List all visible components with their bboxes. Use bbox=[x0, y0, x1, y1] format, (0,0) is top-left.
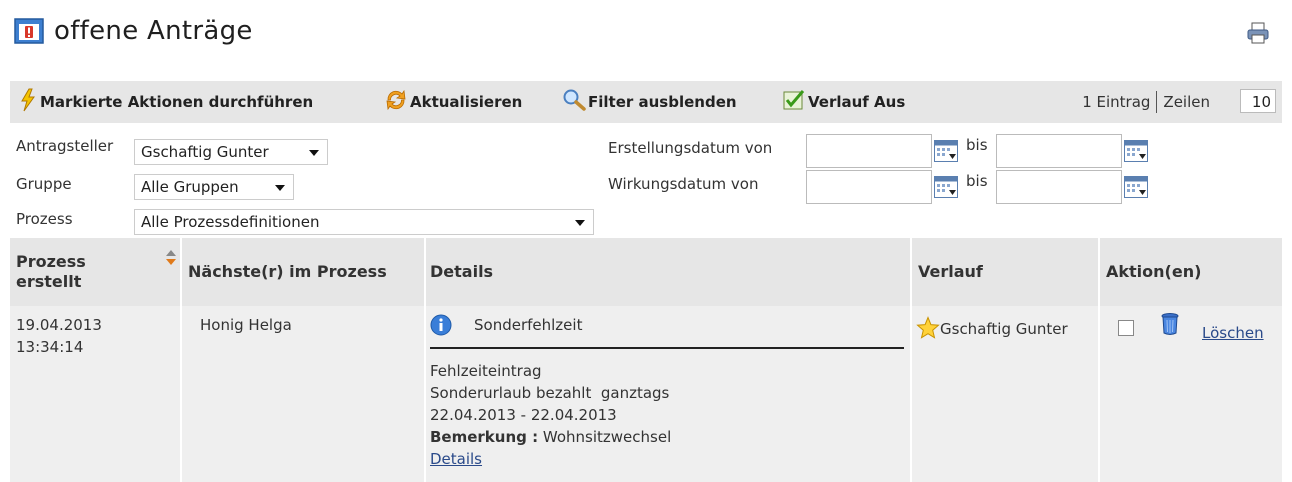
page-title: offene Anträge bbox=[54, 16, 253, 46]
lightning-icon bbox=[18, 88, 40, 116]
remark-value: Wohnsitzwechsel bbox=[542, 428, 672, 446]
history-check-icon bbox=[782, 88, 808, 116]
group-select[interactable]: Alle Gruppen bbox=[134, 174, 294, 200]
execute-marked-actions-label: Markierte Aktionen durchführen bbox=[40, 93, 314, 111]
chevron-down-icon bbox=[309, 150, 319, 156]
process-label: Prozess bbox=[16, 210, 73, 228]
column-divider bbox=[180, 306, 182, 482]
hide-filter-button[interactable]: Filter ausblenden bbox=[562, 81, 737, 123]
detail-type: Fehlzeiteintrag bbox=[430, 362, 542, 380]
rows-per-page-input[interactable]: 10 bbox=[1240, 89, 1276, 113]
execute-marked-actions-button[interactable]: Markierte Aktionen durchführen bbox=[18, 81, 313, 123]
effective-to-label: bis bbox=[966, 172, 988, 190]
print-icon[interactable] bbox=[1246, 22, 1270, 44]
applicant-label: Antragsteller bbox=[16, 137, 114, 155]
delete-link[interactable]: Löschen bbox=[1202, 322, 1264, 344]
next-person: Honig Helga bbox=[200, 316, 292, 334]
history-off-button[interactable]: Verlauf Aus bbox=[782, 81, 905, 123]
hide-filter-label: Filter ausblenden bbox=[588, 93, 737, 111]
toolbar: Markierte Aktionen durchführen Aktualisi… bbox=[10, 81, 1282, 123]
sort-asc-icon[interactable] bbox=[166, 250, 176, 256]
applicant-select-value: Gschaftig Gunter bbox=[141, 143, 269, 161]
count-separator bbox=[1156, 91, 1158, 113]
calendar-icon[interactable] bbox=[1124, 140, 1148, 162]
column-divider bbox=[424, 306, 426, 482]
detail-kind: Sonderurlaub bezahlt ganztags bbox=[430, 384, 670, 402]
col-details-header: Details bbox=[430, 262, 494, 281]
created-date: 19.04.2013 bbox=[16, 316, 102, 334]
col-next-header: Nächste(r) im Prozess bbox=[188, 262, 387, 281]
warning-doc-icon bbox=[14, 18, 44, 44]
sort-desc-icon[interactable] bbox=[166, 259, 176, 265]
calendar-icon[interactable] bbox=[934, 176, 958, 198]
chevron-down-icon bbox=[275, 185, 285, 191]
col-created-line1: Prozess bbox=[16, 252, 86, 271]
column-divider bbox=[1098, 306, 1100, 482]
refresh-button[interactable]: Aktualisieren bbox=[384, 81, 522, 123]
process-select[interactable]: Alle Prozessdefinitionen bbox=[134, 209, 594, 235]
magnifier-icon bbox=[562, 88, 588, 116]
created-to-input[interactable] bbox=[996, 134, 1122, 168]
group-label: Gruppe bbox=[16, 175, 72, 193]
calendar-icon[interactable] bbox=[1124, 176, 1148, 198]
process-select-value: Alle Prozessdefinitionen bbox=[141, 213, 320, 231]
detail-period: 22.04.2013 - 22.04.2013 bbox=[430, 406, 617, 424]
created-date-label: Erstellungsdatum von bbox=[608, 139, 773, 157]
entry-count: 1 Eintrag Zeilen bbox=[1082, 81, 1210, 123]
row-select-checkbox[interactable] bbox=[1118, 320, 1134, 336]
col-actions-header: Aktion(en) bbox=[1106, 262, 1202, 281]
detail-divider bbox=[430, 347, 904, 349]
table-row: 19.04.2013 13:34:14 Honig Helga Sonderfe… bbox=[10, 306, 1282, 482]
column-divider bbox=[424, 238, 426, 306]
col-created-line2: erstellt bbox=[16, 272, 82, 291]
chevron-down-icon bbox=[575, 220, 585, 226]
column-divider bbox=[1098, 238, 1100, 306]
col-history-header: Verlauf bbox=[918, 262, 983, 281]
column-divider bbox=[180, 238, 182, 306]
entry-count-text: 1 Eintrag bbox=[1082, 93, 1151, 111]
info-icon[interactable] bbox=[430, 314, 452, 340]
created-from-input[interactable] bbox=[806, 134, 932, 168]
effective-from-input[interactable] bbox=[806, 170, 932, 204]
column-divider bbox=[910, 306, 912, 482]
rows-label: Zeilen bbox=[1163, 93, 1210, 111]
table-header: Prozess erstellt Nächste(r) im Prozess D… bbox=[10, 238, 1282, 306]
created-to-label: bis bbox=[966, 136, 988, 154]
history-person: Gschaftig Gunter bbox=[940, 320, 1068, 338]
column-divider bbox=[910, 238, 912, 306]
refresh-label: Aktualisieren bbox=[410, 93, 523, 111]
applicant-select[interactable]: Gschaftig Gunter bbox=[134, 139, 328, 165]
trash-icon[interactable] bbox=[1160, 312, 1180, 340]
effective-date-label: Wirkungsdatum von bbox=[608, 175, 759, 193]
remark-label: Bemerkung : bbox=[430, 428, 539, 446]
created-time: 13:34:14 bbox=[16, 338, 84, 356]
history-off-label: Verlauf Aus bbox=[808, 93, 906, 111]
page-header: offene Anträge bbox=[8, 14, 1278, 54]
detail-title: Sonderfehlzeit bbox=[474, 316, 583, 334]
calendar-icon[interactable] bbox=[934, 140, 958, 162]
col-created-header[interactable]: Prozess erstellt bbox=[16, 252, 86, 292]
detail-remark: Bemerkung : Wohnsitzwechsel bbox=[430, 426, 671, 448]
star-icon bbox=[916, 316, 940, 344]
refresh-icon bbox=[384, 88, 410, 116]
effective-to-input[interactable] bbox=[996, 170, 1122, 204]
group-select-value: Alle Gruppen bbox=[141, 178, 239, 196]
details-link[interactable]: Details bbox=[430, 448, 482, 470]
